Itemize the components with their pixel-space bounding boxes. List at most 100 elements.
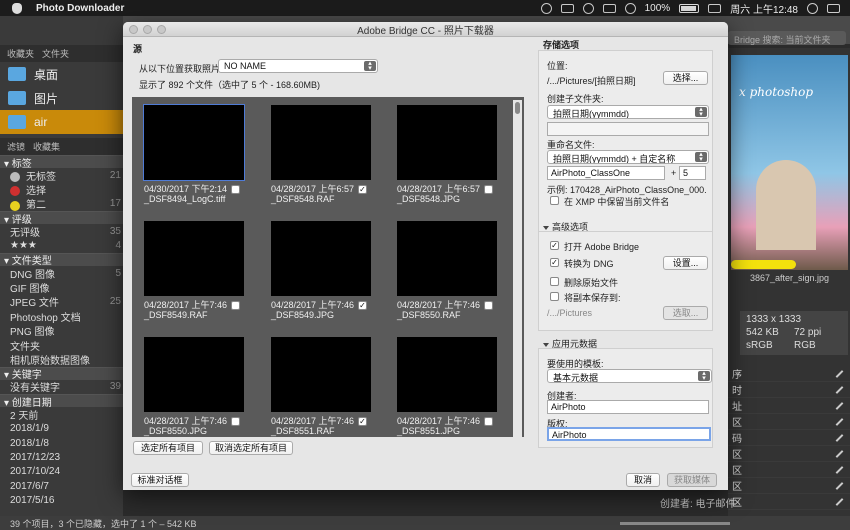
filter-row[interactable]: 选择 — [0, 182, 123, 197]
battery-icon[interactable] — [679, 3, 700, 13]
apple-icon[interactable] — [12, 2, 22, 14]
filter-row[interactable]: 2018/1/8 — [0, 436, 123, 450]
clock[interactable]: 周六 上午12:48 — [730, 1, 798, 16]
filter-section-header[interactable]: ▾ 评级 — [0, 211, 123, 226]
thumbnail-checkbox[interactable] — [484, 185, 493, 194]
favorite-pictures[interactable]: 图片 — [0, 86, 123, 110]
metadata-row[interactable]: 码 — [728, 430, 850, 446]
photo-thumbnail[interactable] — [271, 337, 371, 412]
source-device-select[interactable]: NO NAME ▴ ▾ — [218, 59, 378, 73]
thumbnail-scrollbar[interactable] — [513, 100, 522, 440]
metadata-template-select[interactable]: 基本元数据 ▴ ▾ — [547, 369, 712, 383]
thumbnail-size-slider[interactable] — [620, 521, 730, 525]
dng-settings-button[interactable]: 设置... — [663, 256, 708, 270]
thumbnail-checkbox[interactable] — [484, 301, 493, 310]
subfolder-select[interactable]: 拍照日期(yymmdd) ▴ ▾ — [547, 105, 709, 119]
filter-row[interactable]: 相机原始数据图像 — [0, 352, 123, 367]
edit-pencil-icon[interactable] — [835, 401, 844, 410]
filter-row[interactable]: 2017/10/24 — [0, 465, 123, 479]
filter-row[interactable]: ★★★ 4 — [0, 239, 123, 253]
metadata-row[interactable]: 序 — [728, 366, 850, 382]
edit-pencil-icon[interactable] — [835, 433, 844, 442]
favorite-air[interactable]: air — [0, 110, 123, 134]
subfolder-custom-field[interactable] — [547, 122, 709, 136]
edit-pencil-icon[interactable] — [835, 465, 844, 474]
thumbnail-checkbox[interactable] — [231, 185, 240, 194]
edit-pencil-icon[interactable] — [835, 481, 844, 490]
filter-row[interactable]: 第二 17 — [0, 197, 123, 211]
filter-row[interactable]: DNG 图像 5 — [0, 266, 123, 281]
monitor-icon[interactable] — [560, 3, 574, 13]
filter-section-header[interactable]: ▾ 创建日期 — [0, 394, 123, 409]
filter-section-header[interactable]: ▾ 标签 — [0, 155, 123, 170]
photo-thumbnail[interactable] — [271, 105, 371, 180]
choose-copies-button[interactable]: 选取... — [663, 306, 708, 320]
convert-dng-checkbox[interactable]: ✓ — [550, 258, 559, 267]
rename-select[interactable]: 拍照日期(yymmdd) + 自定名称 ▴ ▾ — [547, 150, 709, 164]
standard-dialog-button[interactable]: 标准对话框 — [131, 473, 189, 487]
select-all-button[interactable]: 选定所有项目 — [133, 441, 203, 455]
filter-row[interactable]: 无标签 21 — [0, 168, 123, 183]
preview-photo[interactable]: x photoshop — [731, 55, 848, 270]
metadata-row[interactable]: 区 — [728, 462, 850, 478]
filter-row[interactable]: Photoshop 文档 — [0, 309, 123, 324]
photo-thumbnail[interactable] — [144, 221, 244, 296]
creative-cloud-icon[interactable] — [540, 2, 552, 14]
deselect-all-button[interactable]: 取消选定所有项目 — [209, 441, 293, 455]
choose-location-button[interactable]: 选择... — [663, 71, 708, 85]
photo-thumbnail[interactable] — [143, 104, 245, 181]
volume-icon[interactable] — [624, 2, 636, 14]
filter-section-header[interactable]: ▾ 关键字 — [0, 366, 123, 381]
filter-row[interactable]: 2018/1/9 — [0, 421, 123, 435]
filter-section-header[interactable]: ▾ 文件类型 — [0, 252, 123, 267]
filter-row[interactable]: 无评级 35 — [0, 224, 123, 239]
filter-row[interactable]: 没有关键字 39 — [0, 380, 123, 394]
input-method-icon[interactable] — [708, 3, 722, 13]
edit-pencil-icon[interactable] — [835, 417, 844, 426]
metadata-row[interactable]: 区 — [728, 494, 850, 510]
photo-thumbnail[interactable] — [397, 105, 497, 180]
sequence-number-field[interactable]: 5 — [679, 166, 706, 180]
metadata-row[interactable]: 址 — [728, 398, 850, 414]
filter-row[interactable]: 2017/5/16 — [0, 493, 123, 507]
tab-filter[interactable]: 滤镜 — [4, 140, 28, 153]
filter-row[interactable]: 2017/12/23 — [0, 450, 123, 464]
favorite-desktop[interactable]: 桌面 — [0, 62, 123, 86]
photo-thumbnail[interactable] — [397, 337, 497, 412]
delete-originals-checkbox[interactable] — [550, 277, 559, 286]
photo-thumbnail[interactable] — [144, 337, 244, 412]
photo-thumbnail[interactable] — [397, 221, 497, 296]
time-machine-icon[interactable] — [582, 2, 594, 14]
search-icon[interactable] — [807, 2, 818, 14]
thumbnail-checkbox[interactable]: ✓ — [358, 417, 367, 426]
wifi-icon[interactable] — [602, 3, 616, 13]
scrollbar-thumb[interactable] — [515, 102, 520, 114]
edit-pencil-icon[interactable] — [835, 385, 844, 394]
bridge-search-input[interactable]: Bridge 搜索: 当前文件夹 — [728, 31, 846, 45]
edit-pencil-icon[interactable] — [835, 369, 844, 378]
edit-pencil-icon[interactable] — [835, 497, 844, 506]
get-media-button[interactable]: 获取媒体 — [667, 473, 717, 487]
copyright-field[interactable]: AirPhoto — [547, 427, 711, 441]
filter-row[interactable]: 2017/6/7 — [0, 479, 123, 493]
thumbnail-checkbox[interactable] — [231, 301, 240, 310]
thumbnail-checkbox[interactable]: ✓ — [358, 301, 367, 310]
app-name[interactable]: Photo Downloader — [36, 3, 124, 14]
filter-row[interactable]: JPEG 文件 25 — [0, 295, 123, 309]
save-copies-checkbox[interactable] — [550, 292, 559, 301]
photo-thumbnail[interactable] — [271, 221, 371, 296]
tab-favorites[interactable]: 收藏夹 — [4, 47, 37, 60]
metadata-row[interactable]: 区 — [728, 478, 850, 494]
creator-field[interactable]: AirPhoto — [547, 400, 709, 414]
filter-row[interactable]: GIF 图像 — [0, 280, 123, 295]
tab-collections[interactable]: 收藏集 — [30, 140, 63, 153]
notification-icon[interactable] — [827, 3, 840, 13]
metadata-row[interactable]: 区 — [728, 414, 850, 430]
thumbnail-checkbox[interactable] — [484, 417, 493, 426]
custom-name-field[interactable]: AirPhoto_ClassOne — [547, 166, 665, 180]
filter-row[interactable]: PNG 图像 — [0, 324, 123, 338]
open-bridge-checkbox[interactable]: ✓ — [550, 241, 559, 250]
filter-row[interactable]: 文件夹 — [0, 338, 123, 353]
cancel-button[interactable]: 取消 — [626, 473, 660, 487]
edit-pencil-icon[interactable] — [835, 449, 844, 458]
